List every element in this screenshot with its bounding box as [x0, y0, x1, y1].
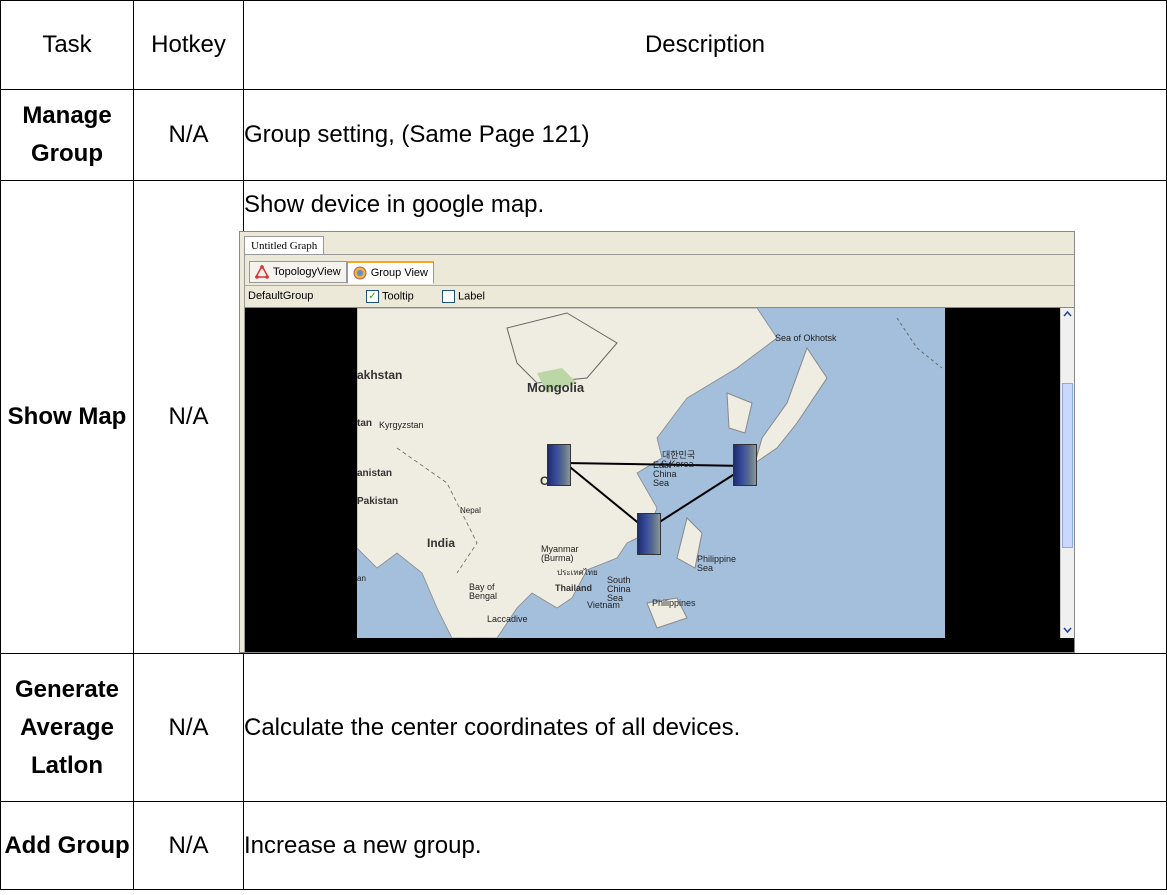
topology-icon — [255, 265, 269, 279]
table-row: Add Group N/A Increase a new group. — [0, 801, 1167, 890]
task-cell: Generate Average Latlon — [0, 653, 134, 802]
map-label: anistan — [357, 468, 393, 479]
map-label: Nepal — [460, 506, 481, 515]
label-label: Label — [458, 289, 485, 302]
map-label: Bay of Bengal — [469, 582, 498, 601]
device-icon[interactable] — [547, 444, 571, 486]
checkbox-unchecked-icon — [442, 289, 455, 303]
map-label: Myanmar (Burma) — [541, 544, 579, 563]
header-description: Description — [243, 0, 1167, 90]
scrollbar-thumb[interactable] — [1062, 383, 1073, 548]
graph-panel: TopologyView Group View DefaultGroup ✓ To… — [244, 254, 1074, 652]
header-hotkey: Hotkey — [133, 0, 244, 90]
window-tab[interactable]: Untitled Graph — [244, 236, 325, 255]
view-tabs: TopologyView Group View — [249, 261, 434, 284]
map-screenshot: Untitled Graph TopologyView Group View D… — [239, 231, 1075, 653]
map-viewport: Sea of Okhotsk akhstan Mongolia Kyrgyzst… — [245, 307, 1074, 652]
table-header-row: Task Hotkey Description — [0, 0, 1167, 90]
task-cell: Show Map — [0, 180, 134, 654]
map-label: Pakistan — [357, 496, 399, 507]
description-cell: Calculate the center coordinates of all … — [243, 653, 1167, 802]
hotkey-cell: N/A — [133, 180, 244, 654]
hotkey-cell: N/A — [133, 801, 244, 890]
map-land-shapes — [357, 308, 943, 638]
map-label: Mongolia — [527, 380, 585, 395]
tab-label: TopologyView — [273, 266, 341, 278]
header-task: Task — [0, 0, 134, 90]
google-map[interactable]: Sea of Okhotsk akhstan Mongolia Kyrgyzst… — [357, 308, 945, 638]
map-label: Thailand — [555, 583, 593, 593]
map-label: Sea of Okhotsk — [775, 333, 837, 343]
tooltip-checkbox[interactable]: ✓ Tooltip — [366, 289, 442, 303]
label-checkbox[interactable]: Label — [442, 289, 485, 303]
map-label: India — [427, 536, 456, 550]
task-cell: Manage Group — [0, 89, 134, 181]
task-table: Task Hotkey Description Manage Group N/A… — [0, 0, 1167, 890]
map-label: an — [357, 574, 366, 583]
hotkey-cell: N/A — [133, 89, 244, 181]
map-label: Philippine Sea — [697, 554, 737, 573]
task-cell: Add Group — [0, 801, 134, 890]
checkbox-checked-icon: ✓ — [366, 289, 379, 303]
map-label: Kyrgyzstan — [379, 420, 424, 430]
description-text: Show device in google map. — [244, 191, 545, 218]
device-icon[interactable] — [637, 513, 661, 555]
tab-topology-view[interactable]: TopologyView — [249, 261, 347, 283]
map-label: South China Sea — [607, 575, 631, 603]
map-label: akhstan — [357, 368, 403, 382]
map-label: S.Korea — [661, 459, 694, 469]
device-icon[interactable] — [733, 444, 757, 486]
tab-group-view[interactable]: Group View — [346, 261, 434, 284]
map-label: Philippines — [652, 598, 696, 608]
chevron-up-icon — [1063, 310, 1072, 317]
description-cell: Group setting, (Same Page 121) — [243, 89, 1167, 181]
table-row: Show Map N/A Show device in google map. … — [0, 180, 1167, 654]
group-name: DefaultGroup — [248, 290, 314, 302]
chevron-down-icon — [1063, 627, 1072, 634]
table-row: Manage Group N/A Group setting, (Same Pa… — [0, 89, 1167, 181]
group-options-bar: DefaultGroup ✓ Tooltip Label — [245, 285, 1074, 306]
group-view-icon — [353, 266, 367, 280]
map-label: tan — [357, 418, 372, 429]
table-row: Generate Average Latlon N/A Calculate th… — [0, 653, 1167, 802]
vertical-scrollbar[interactable] — [1060, 308, 1074, 638]
description-cell: Show device in google map. Untitled Grap… — [239, 180, 1167, 654]
tooltip-label: Tooltip — [382, 289, 414, 302]
hotkey-cell: N/A — [133, 653, 244, 802]
description-cell: Increase a new group. — [243, 801, 1167, 890]
map-label: Laccadive — [487, 614, 528, 624]
tab-label: Group View — [370, 267, 428, 279]
map-label: ประเทศไทย — [557, 568, 598, 577]
